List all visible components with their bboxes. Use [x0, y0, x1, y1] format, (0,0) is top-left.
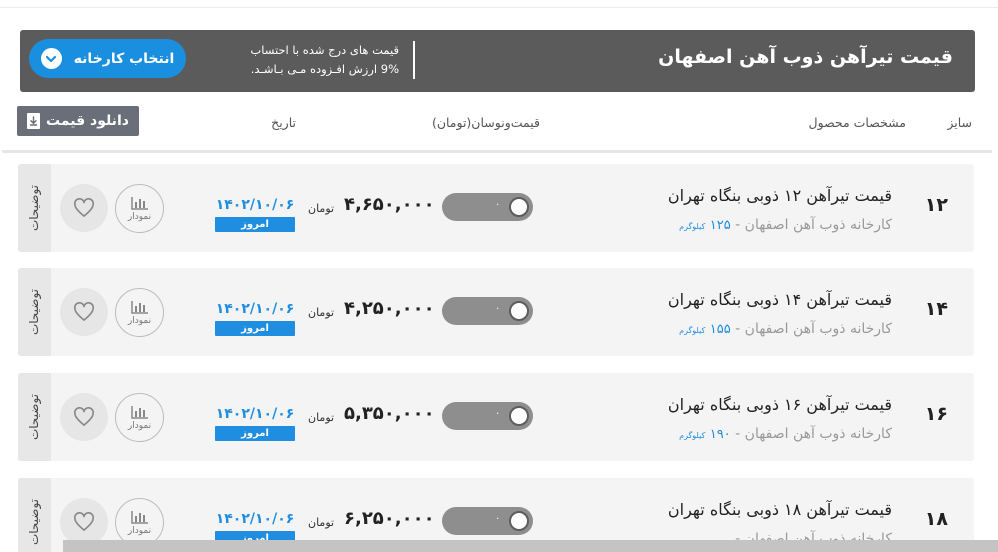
description-tab-label: توضیحات: [27, 393, 42, 441]
toggle-knob: [509, 511, 529, 531]
description-tab-label: توضیحات: [27, 184, 42, 232]
product-size: ۱۲: [924, 194, 948, 216]
product-maker: کارخانه ذوب آهن اصفهان - ۱۹۰ کیلوگرم: [679, 426, 892, 442]
favorite-button[interactable]: [60, 498, 108, 546]
fluctuation-toggle[interactable]: ۰: [442, 297, 533, 325]
product-maker: کارخانه ذوب آهن اصفهان - ۱۲۵ کیلوگرم: [679, 217, 892, 233]
top-divider: [0, 0, 998, 8]
product-name[interactable]: قیمت تیرآهن ۱۸ ذوبی بنگاه تهران: [668, 500, 892, 519]
chart-button[interactable]: نمودار: [115, 288, 164, 337]
fluctuation-value: ۰: [495, 408, 501, 419]
page-header: انتخاب کارخانه قیمت های درج شده با احتسا…: [20, 30, 975, 92]
chart-button-label: نمودار: [127, 211, 152, 222]
table-row: توضیحات نمودار ۱۴۰۲/۱۰/۰۶ امروز تومان ۴,…: [18, 164, 974, 252]
currency-label: تومان: [308, 411, 335, 424]
page-title: قیمت تیرآهن ذوب آهن اصفهان: [658, 46, 953, 68]
vat-note-line-1: قیمت های درج شده با احتساب: [250, 43, 399, 57]
horizontal-scrollbar[interactable]: [63, 540, 998, 552]
product-weight: ۱۵۵: [709, 322, 731, 337]
bar-chart-icon: [130, 405, 148, 419]
price-value: ۴,۶۵۰,۰۰۰: [344, 194, 435, 215]
description-tab-label: توضیحات: [27, 288, 42, 336]
maker-name: کارخانه ذوب آهن اصفهان -: [735, 426, 892, 442]
price-date: ۱۴۰۲/۱۰/۰۶: [215, 301, 295, 317]
product-size: ۱۶: [924, 403, 948, 425]
description-tab[interactable]: توضیحات: [18, 373, 51, 461]
chart-button[interactable]: نمودار: [115, 184, 164, 233]
description-tab-label: توضیحات: [27, 498, 42, 546]
toggle-knob: [509, 301, 529, 321]
heart-icon: [74, 407, 94, 426]
chevron-down-icon: [40, 48, 62, 69]
favorite-button[interactable]: [60, 184, 108, 232]
today-badge: امروز: [215, 321, 295, 336]
price-date: ۱۴۰۲/۱۰/۰۶: [215, 406, 295, 422]
fluctuation-value: ۰: [495, 303, 501, 314]
fluctuation-toggle[interactable]: ۰: [442, 507, 533, 535]
select-factory-label: انتخاب کارخانه: [73, 50, 175, 67]
weight-unit: کیلوگرم: [679, 222, 706, 231]
price-value: ۴,۲۵۰,۰۰۰: [344, 298, 435, 319]
column-header-size: سایز: [947, 115, 972, 130]
product-name[interactable]: قیمت تیرآهن ۱۴ ذوبی بنگاه تهران: [668, 290, 892, 309]
chart-button-label: نمودار: [127, 420, 152, 431]
currency-label: تومان: [308, 202, 335, 215]
bar-chart-icon: [130, 196, 148, 210]
favorite-button[interactable]: [60, 288, 108, 336]
table-row: توضیحات نمودار ۱۴۰۲/۱۰/۰۶ امروز تومان ۵,…: [18, 373, 974, 461]
heart-icon: [74, 198, 94, 217]
toggle-knob: [509, 197, 529, 217]
table-row: توضیحات نمودار ۱۴۰۲/۱۰/۰۶ امروز تومان ۴,…: [18, 268, 974, 356]
download-price-button[interactable]: دانلود قیمت: [17, 106, 139, 136]
column-header-date: تاریخ: [271, 115, 296, 130]
download-price-label: دانلود قیمت: [46, 113, 129, 129]
today-badge: امروز: [215, 217, 295, 232]
price-value: ۶,۲۵۰,۰۰۰: [344, 508, 435, 529]
select-factory-button[interactable]: انتخاب کارخانه: [29, 39, 186, 78]
bar-chart-icon: [130, 300, 148, 314]
currency-label: تومان: [308, 516, 335, 529]
weight-unit: کیلوگرم: [679, 326, 706, 335]
chart-button-label: نمودار: [127, 525, 152, 536]
fluctuation-toggle[interactable]: ۰: [442, 402, 533, 430]
table-header-divider: [2, 150, 992, 153]
product-name[interactable]: قیمت تیرآهن ۱۲ ذوبی بنگاه تهران: [668, 186, 892, 205]
weight-unit: کیلوگرم: [679, 431, 706, 440]
currency-label: تومان: [308, 306, 335, 319]
column-header-price: قیمت‌ونوسان(تومان): [431, 115, 540, 130]
chart-button-label: نمودار: [127, 315, 152, 326]
bar-chart-icon: [130, 510, 148, 524]
vat-note-line-2: 9% ارزش افـزوده مـی بـاشـد.: [250, 62, 399, 76]
fluctuation-value: ۰: [495, 199, 501, 210]
favorite-button[interactable]: [60, 393, 108, 441]
fluctuation-toggle[interactable]: ۰: [442, 193, 533, 221]
today-badge: امروز: [215, 426, 295, 441]
price-date: ۱۴۰۲/۱۰/۰۶: [215, 197, 295, 213]
vat-note: قیمت های درج شده با احتساب 9% ارزش افـزو…: [210, 41, 415, 79]
price-date: ۱۴۰۲/۱۰/۰۶: [215, 511, 295, 527]
maker-name: کارخانه ذوب آهن اصفهان -: [735, 217, 892, 233]
maker-name: کارخانه ذوب آهن اصفهان -: [735, 321, 892, 337]
fluctuation-value: ۰: [495, 513, 501, 524]
description-tab[interactable]: توضیحات: [18, 164, 51, 252]
chart-button[interactable]: نمودار: [115, 393, 164, 442]
description-tab[interactable]: توضیحات: [18, 478, 51, 552]
product-size: ۱۴: [924, 298, 948, 320]
price-value: ۵,۳۵۰,۰۰۰: [344, 403, 435, 424]
product-name[interactable]: قیمت تیرآهن ۱۶ ذوبی بنگاه تهران: [668, 395, 892, 414]
heart-icon: [74, 302, 94, 321]
heart-icon: [74, 512, 94, 531]
product-size: ۱۸: [924, 508, 948, 530]
product-weight: ۱۲۵: [709, 218, 731, 233]
toggle-knob: [509, 406, 529, 426]
column-header-spec: مشخصات محصول: [808, 115, 906, 130]
product-weight: ۱۹۰: [709, 427, 731, 442]
product-maker: کارخانه ذوب آهن اصفهان - ۱۵۵ کیلوگرم: [679, 321, 892, 337]
description-tab[interactable]: توضیحات: [18, 268, 51, 356]
file-download-icon: [27, 113, 41, 129]
